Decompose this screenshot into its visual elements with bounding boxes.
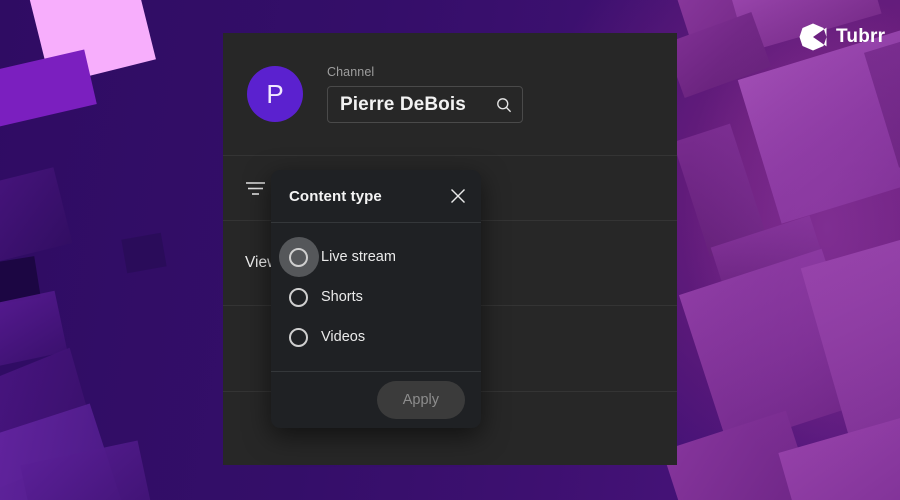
dialog-title: Content type	[289, 187, 382, 205]
radio-option-live-stream[interactable]: Live stream	[271, 237, 481, 277]
radio-circle-icon[interactable]	[289, 327, 308, 347]
channel-header: P Channel Pierre DeBois	[223, 33, 677, 155]
channel-field-group: Channel Pierre DeBois	[327, 65, 523, 123]
brand-logo: Tubrr	[798, 22, 885, 52]
radio-option-label: Shorts	[321, 289, 363, 305]
radio-option-label: Live stream	[321, 249, 396, 265]
radio-option-videos[interactable]: Videos	[271, 317, 481, 357]
content-type-option-list: Live stream Shorts Videos	[271, 223, 481, 371]
channel-label: Channel	[327, 65, 375, 79]
search-icon[interactable]	[496, 97, 512, 113]
content-type-dialog: Content type Live stream Shorts Videos A…	[271, 170, 481, 428]
apply-button[interactable]: Apply	[376, 381, 465, 419]
radio-circle-icon[interactable]	[289, 287, 308, 307]
brand-name: Tubrr	[836, 26, 886, 47]
close-x-icon[interactable]	[449, 187, 467, 205]
dialog-header: Content type	[271, 170, 481, 222]
avatar: P	[247, 66, 303, 122]
filter-lines-icon[interactable]	[245, 181, 266, 196]
channel-input-value: Pierre DeBois	[340, 93, 466, 115]
channel-search-input[interactable]: Pierre DeBois	[327, 86, 523, 123]
tubrr-hexagon-play-icon	[799, 23, 827, 51]
radio-option-shorts[interactable]: Shorts	[271, 277, 481, 317]
radio-circle-icon[interactable]	[289, 247, 308, 267]
radio-option-label: Videos	[321, 329, 366, 345]
bg-glow-right	[640, 0, 900, 500]
dialog-footer: Apply	[271, 372, 481, 428]
bg-square-dark	[121, 232, 167, 274]
